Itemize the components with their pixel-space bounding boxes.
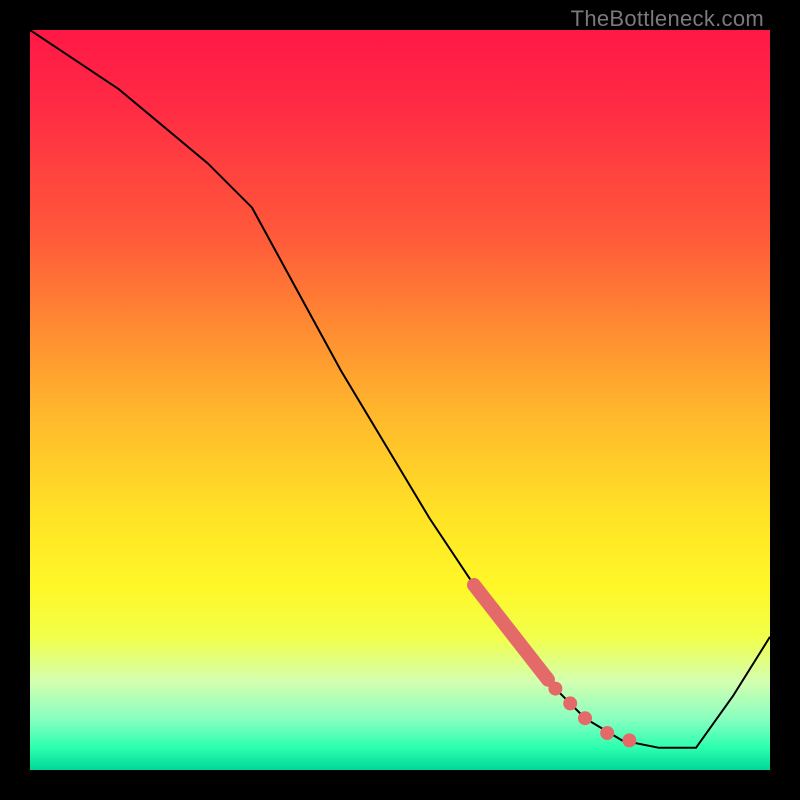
highlight-dot: [622, 733, 636, 747]
watermark-text: TheBottleneck.com: [571, 6, 764, 32]
highlight-dot: [578, 711, 592, 725]
highlight-segment: [474, 585, 548, 680]
plot-area: [30, 30, 770, 770]
highlight-dot: [563, 696, 577, 710]
highlight-dot: [548, 682, 562, 696]
chart-stage: TheBottleneck.com: [0, 0, 800, 800]
highlight-dot: [600, 726, 614, 740]
chart-overlay-svg: [30, 30, 770, 770]
main-curve: [30, 30, 770, 748]
